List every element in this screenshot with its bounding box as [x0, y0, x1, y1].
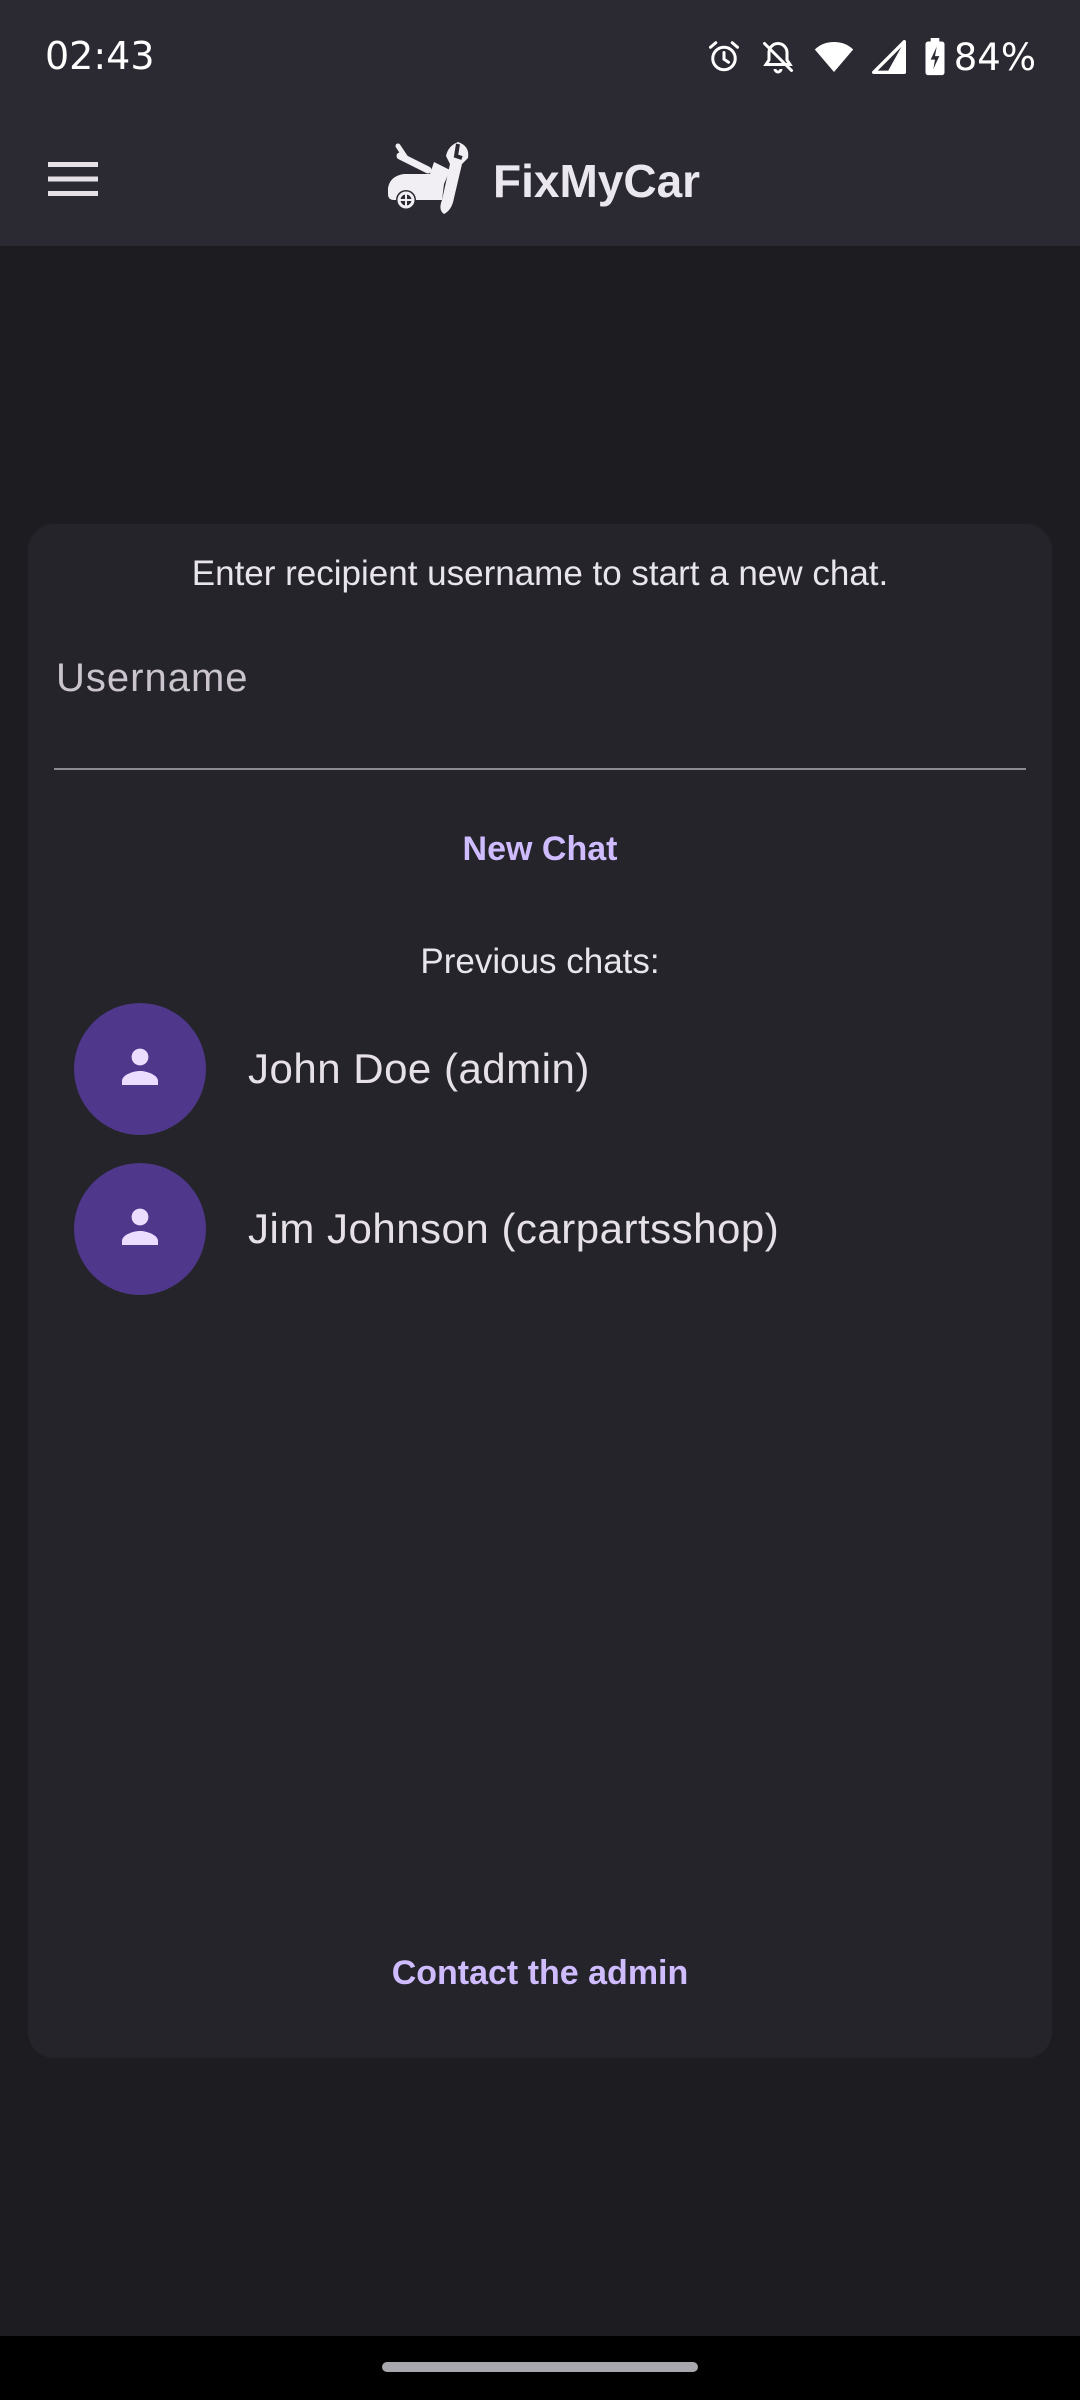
avatar: [74, 1003, 206, 1135]
home-indicator[interactable]: [382, 2362, 698, 2372]
new-chat-prompt: Enter recipient username to start a new …: [191, 554, 889, 593]
person-icon: [116, 1203, 164, 1256]
username-input[interactable]: [54, 636, 1026, 770]
cell-signal-icon: [871, 40, 906, 74]
chat-card: Enter recipient username to start a new …: [28, 524, 1052, 2058]
status-icons: 84%: [706, 34, 1036, 80]
battery-percent: 84%: [953, 35, 1036, 79]
chat-item-john-doe[interactable]: John Doe (admin): [74, 1002, 1006, 1136]
chat-item-jim-johnson[interactable]: Jim Johnson (carpartsshop): [74, 1162, 1006, 1296]
battery-charging-icon: [924, 38, 946, 76]
app-bar: FixMyCar: [0, 116, 1080, 246]
previous-chats-label: Previous chats:: [420, 942, 660, 981]
car-repair-logo-icon: [384, 138, 476, 224]
status-time: 02:43: [45, 34, 155, 78]
menu-button[interactable]: [38, 146, 108, 216]
status-bar: 02:43 84%: [0, 0, 1080, 116]
avatar: [74, 1163, 206, 1295]
contact-admin-button[interactable]: Contact the admin: [340, 1928, 740, 2018]
alarm-icon: [706, 39, 742, 75]
chat-name: John Doe (admin): [248, 1045, 590, 1092]
app-title: FixMyCar: [493, 155, 701, 207]
menu-icon: [48, 161, 98, 202]
new-chat-button[interactable]: New Chat: [390, 804, 690, 894]
person-icon: [116, 1043, 164, 1096]
notifications-off-icon: [760, 39, 796, 75]
system-nav-bar: [0, 2336, 1080, 2400]
wifi-icon: [814, 40, 854, 74]
chat-name: Jim Johnson (carpartsshop): [248, 1205, 780, 1252]
